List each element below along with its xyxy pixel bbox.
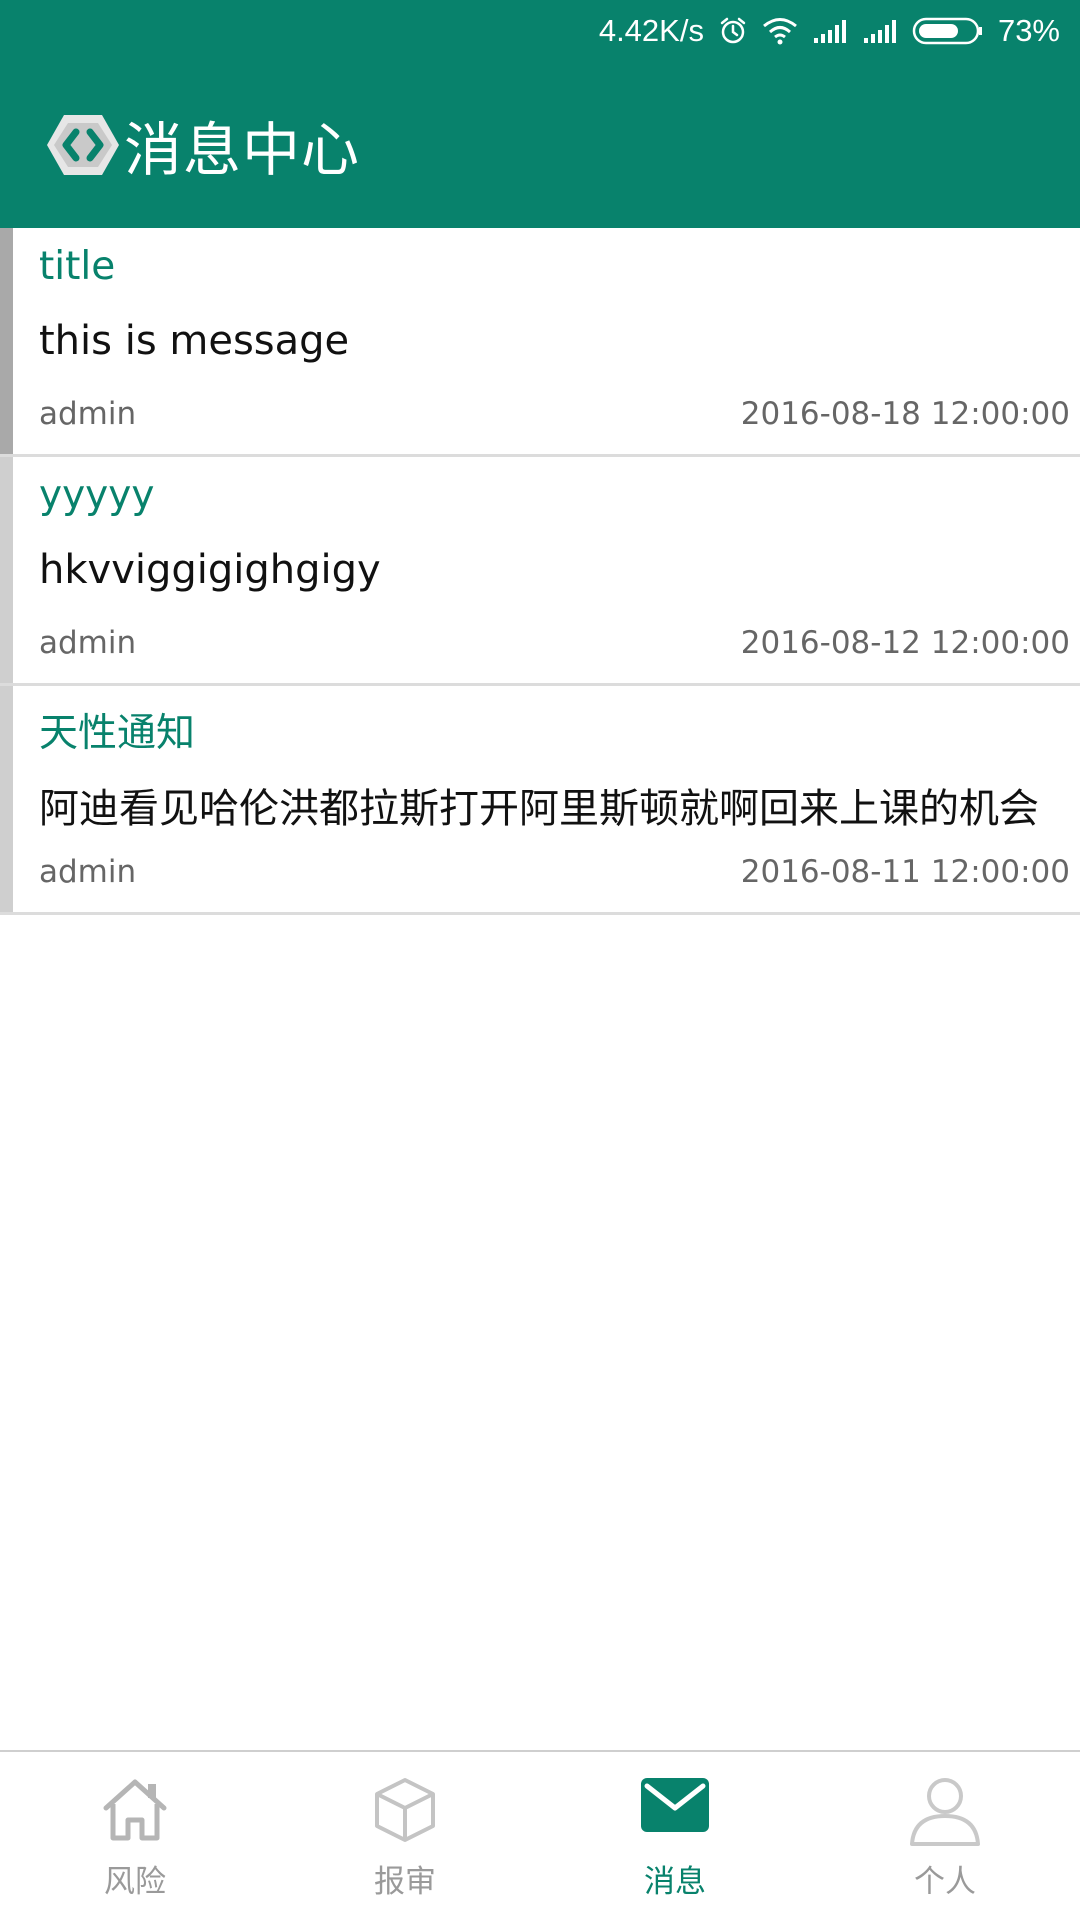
tab-review[interactable]: 报审 — [270, 1752, 540, 1920]
app-logo-icon — [47, 115, 119, 175]
message-date: 2016-08-18 12:00:00 — [740, 396, 1070, 432]
person-icon — [910, 1778, 980, 1846]
message-accent-bar — [0, 228, 13, 454]
battery-percent: 73% — [997, 13, 1060, 48]
battery-icon — [912, 16, 984, 46]
message-body: 阿迪看见哈伦洪都拉斯打开阿里斯顿就啊回来上课的机会 — [39, 786, 1039, 832]
mail-icon — [641, 1778, 709, 1832]
message-author: admin — [39, 396, 137, 432]
network-speed: 4.42K/s — [598, 13, 704, 48]
home-icon — [103, 1779, 167, 1841]
wifi-icon — [762, 17, 798, 45]
tab-label: 消息 — [644, 1864, 706, 1900]
tab-profile[interactable]: 个人 — [810, 1752, 1080, 1920]
message-title: title — [39, 244, 116, 289]
message-author: admin — [39, 854, 137, 890]
page-title: 消息中心 — [124, 116, 361, 184]
bottom-nav: 风险 报审 消息 个人 — [0, 1750, 1080, 1920]
app-screen: 4.42K/s 73% 消息中心 title this is message a… — [0, 0, 1080, 1920]
top-bar: 4.42K/s 73% 消息中心 — [0, 0, 1080, 228]
message-accent-bar — [0, 457, 13, 683]
message-accent-bar — [0, 686, 13, 912]
tab-label: 个人 — [914, 1864, 976, 1900]
tab-risk[interactable]: 风险 — [0, 1752, 270, 1920]
message-list: title this is message admin 2016-08-18 1… — [0, 228, 1080, 915]
tab-label: 报审 — [374, 1864, 436, 1900]
box-icon — [375, 1778, 435, 1842]
message-item[interactable]: yyyyy hkvviggigighgigy admin 2016-08-12 … — [0, 457, 1080, 686]
message-author: admin — [39, 625, 137, 661]
tab-label: 风险 — [104, 1864, 166, 1900]
message-title: yyyyy — [39, 473, 155, 518]
message-item[interactable]: title this is message admin 2016-08-18 1… — [0, 228, 1080, 457]
message-date: 2016-08-12 12:00:00 — [740, 625, 1070, 661]
signal-icon — [812, 18, 848, 44]
tab-messages[interactable]: 消息 — [540, 1752, 810, 1920]
app-bar: 消息中心 — [46, 108, 360, 184]
status-bar: 4.42K/s 73% — [599, 8, 1060, 54]
message-title: 天性通知 — [39, 711, 196, 756]
message-body: this is message — [39, 318, 350, 364]
message-body: hkvviggigighgigy — [39, 547, 381, 593]
message-item[interactable]: 天性通知 阿迪看见哈伦洪都拉斯打开阿里斯顿就啊回来上课的机会 admin 201… — [0, 686, 1080, 915]
signal-icon — [862, 18, 898, 44]
alarm-icon — [718, 16, 748, 46]
message-date: 2016-08-11 12:00:00 — [740, 854, 1070, 890]
